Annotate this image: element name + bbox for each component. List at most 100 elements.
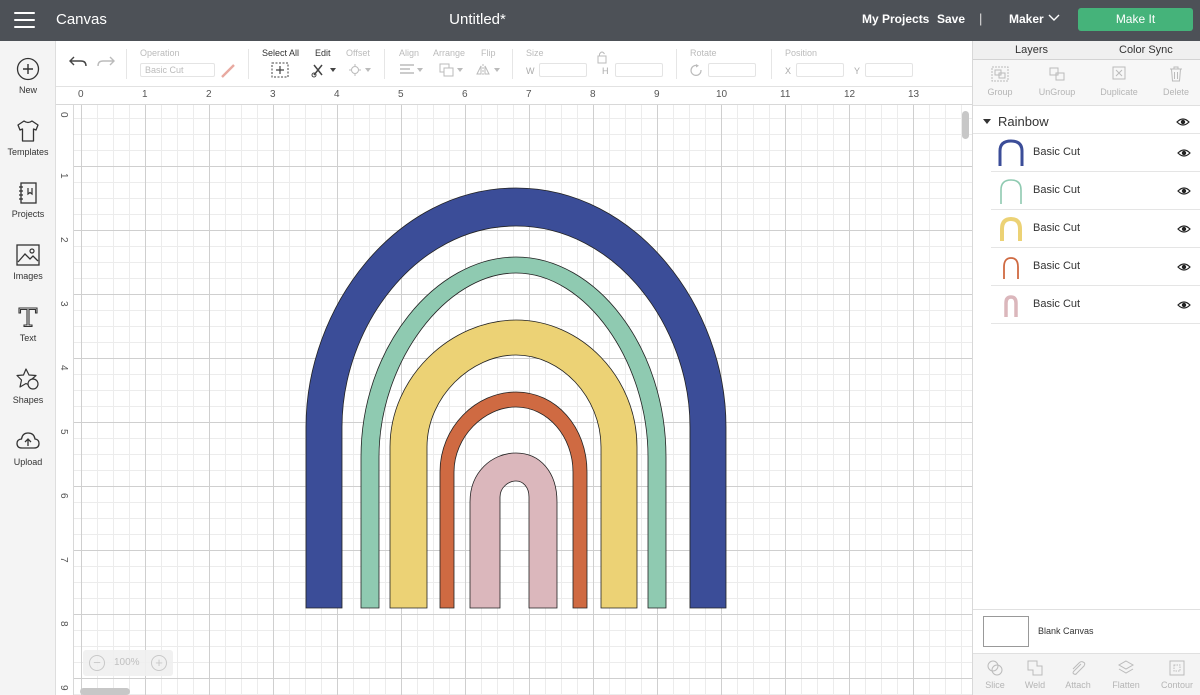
design-canvas[interactable]: 0 1 2 3 4 5 6 7 8 9 10 11 12 13 0 1 2 3 …: [56, 87, 972, 695]
toolbar-divider: [676, 49, 677, 79]
nav-projects-label: Projects: [11, 209, 45, 219]
tab-color-sync[interactable]: Color Sync: [1119, 44, 1173, 56]
position-x-input[interactable]: [796, 63, 844, 77]
my-projects-link[interactable]: My Projects: [862, 12, 929, 26]
vertical-scrollbar[interactable]: [962, 111, 969, 139]
ungroup-label: UnGroup: [1038, 87, 1076, 97]
flip-icon: [476, 64, 500, 76]
toolbar-divider: [512, 49, 513, 79]
group-button[interactable]: Group: [983, 66, 1017, 97]
flatten-button[interactable]: Flatten: [1109, 659, 1143, 690]
slice-button[interactable]: Slice: [981, 659, 1009, 690]
offset-icon: [349, 64, 371, 76]
blank-canvas-row: Blank Canvas: [973, 609, 1200, 653]
attach-label: Attach: [1065, 680, 1091, 690]
image-icon: [16, 244, 40, 266]
toolbar-divider: [126, 49, 127, 79]
plus-circle-icon: [16, 57, 40, 81]
offset-label: Offset: [346, 48, 370, 58]
layer-row[interactable]: Basic Cut: [991, 210, 1200, 248]
nav-shapes[interactable]: Shapes: [0, 367, 56, 425]
position-x-label: X: [785, 66, 792, 76]
undo-icon[interactable]: [68, 55, 88, 69]
layer-row[interactable]: Basic Cut: [991, 248, 1200, 286]
edit-tools-icon[interactable]: [311, 62, 337, 78]
eye-icon[interactable]: [1177, 148, 1191, 158]
layer-actions: Group UnGroup Duplicate Delete: [973, 60, 1200, 106]
nav-images[interactable]: Images: [0, 243, 56, 301]
text-icon: [18, 307, 38, 328]
panel-tabs: Layers Color Sync: [973, 41, 1200, 60]
zoom-in-button[interactable]: +: [151, 655, 167, 671]
layer-thumbnail: [1004, 295, 1018, 317]
weld-button[interactable]: Weld: [1021, 659, 1049, 690]
layer-thumbnail: [1003, 257, 1019, 279]
make-it-button[interactable]: Make It: [1078, 8, 1193, 31]
redo-icon[interactable]: [96, 55, 116, 69]
position-y-label: Y: [854, 66, 861, 76]
left-nav: New Templates Projects Images Text Shape…: [0, 41, 56, 695]
save-button[interactable]: Save: [937, 12, 965, 26]
contour-button[interactable]: Contour: [1159, 659, 1195, 690]
nav-templates[interactable]: Templates: [0, 119, 56, 177]
layer-name: Basic Cut: [1033, 222, 1081, 234]
operation-dropdown[interactable]: Basic Cut: [140, 63, 215, 77]
attach-button[interactable]: Attach: [1063, 659, 1093, 690]
arch-pink[interactable]: [469, 452, 558, 609]
height-input[interactable]: [615, 63, 663, 77]
contour-label: Contour: [1160, 680, 1194, 690]
delete-label: Delete: [1162, 87, 1189, 97]
layer-row[interactable]: Basic Cut: [991, 134, 1200, 172]
document-title[interactable]: Untitled*: [0, 11, 955, 28]
nav-new[interactable]: New: [0, 57, 56, 115]
rotate-input[interactable]: [708, 63, 756, 77]
width-input[interactable]: [539, 63, 587, 77]
nav-shapes-label: Shapes: [12, 395, 44, 405]
nav-images-label: Images: [13, 271, 43, 281]
eye-icon[interactable]: [1177, 224, 1191, 234]
blank-canvas-label: Blank Canvas: [1038, 626, 1094, 636]
layer-name: Basic Cut: [1033, 260, 1081, 272]
chevron-down-icon[interactable]: [1048, 13, 1060, 23]
horizontal-scrollbar[interactable]: [80, 688, 130, 695]
zoom-out-button[interactable]: −: [89, 655, 105, 671]
eye-icon[interactable]: [1177, 300, 1191, 310]
select-all-icon[interactable]: [271, 62, 289, 78]
slice-label: Slice: [985, 680, 1005, 690]
edit-toolbar: Operation Basic Cut Select All Edit Offs…: [56, 41, 972, 87]
cloud-upload-icon: [16, 432, 40, 449]
nav-upload[interactable]: Upload: [0, 429, 56, 487]
tshirt-icon: [17, 120, 39, 142]
toolbar-divider: [771, 49, 772, 79]
duplicate-button[interactable]: Duplicate: [1097, 66, 1141, 97]
layer-name: Basic Cut: [1033, 298, 1081, 310]
nav-new-label: New: [18, 85, 37, 95]
layers-panel: Layers Color Sync Group UnGroup Duplicat…: [972, 41, 1200, 695]
pen-color-icon[interactable]: [220, 63, 236, 79]
arch-orange[interactable]: [439, 391, 588, 609]
operation-value: Basic Cut: [145, 65, 184, 75]
group-icon: [991, 66, 1009, 82]
eye-icon[interactable]: [1177, 262, 1191, 272]
eye-icon[interactable]: [1176, 117, 1190, 127]
lock-icon[interactable]: [596, 50, 608, 64]
layer-thumbnail: [1000, 216, 1022, 241]
layer-group-rainbow[interactable]: Rainbow: [973, 110, 1200, 134]
tab-layers[interactable]: Layers: [1015, 44, 1048, 56]
delete-button[interactable]: Delete: [1161, 66, 1191, 97]
blank-canvas-swatch[interactable]: [983, 616, 1029, 647]
duplicate-icon: [1112, 66, 1126, 80]
nav-text[interactable]: Text: [0, 305, 56, 363]
ungroup-button[interactable]: UnGroup: [1035, 66, 1079, 97]
group-label: Group: [987, 87, 1013, 97]
layer-row[interactable]: Basic Cut: [991, 172, 1200, 210]
toolbar-divider: [248, 49, 249, 79]
nav-projects[interactable]: Projects: [0, 181, 56, 239]
collapse-triangle-icon[interactable]: [983, 119, 991, 124]
layer-name: Basic Cut: [1033, 146, 1081, 158]
eye-icon[interactable]: [1177, 186, 1191, 196]
rainbow-artwork[interactable]: [56, 87, 972, 695]
machine-selector[interactable]: Maker: [1009, 12, 1044, 26]
position-y-input[interactable]: [865, 63, 913, 77]
layer-row[interactable]: Basic Cut: [991, 286, 1200, 324]
